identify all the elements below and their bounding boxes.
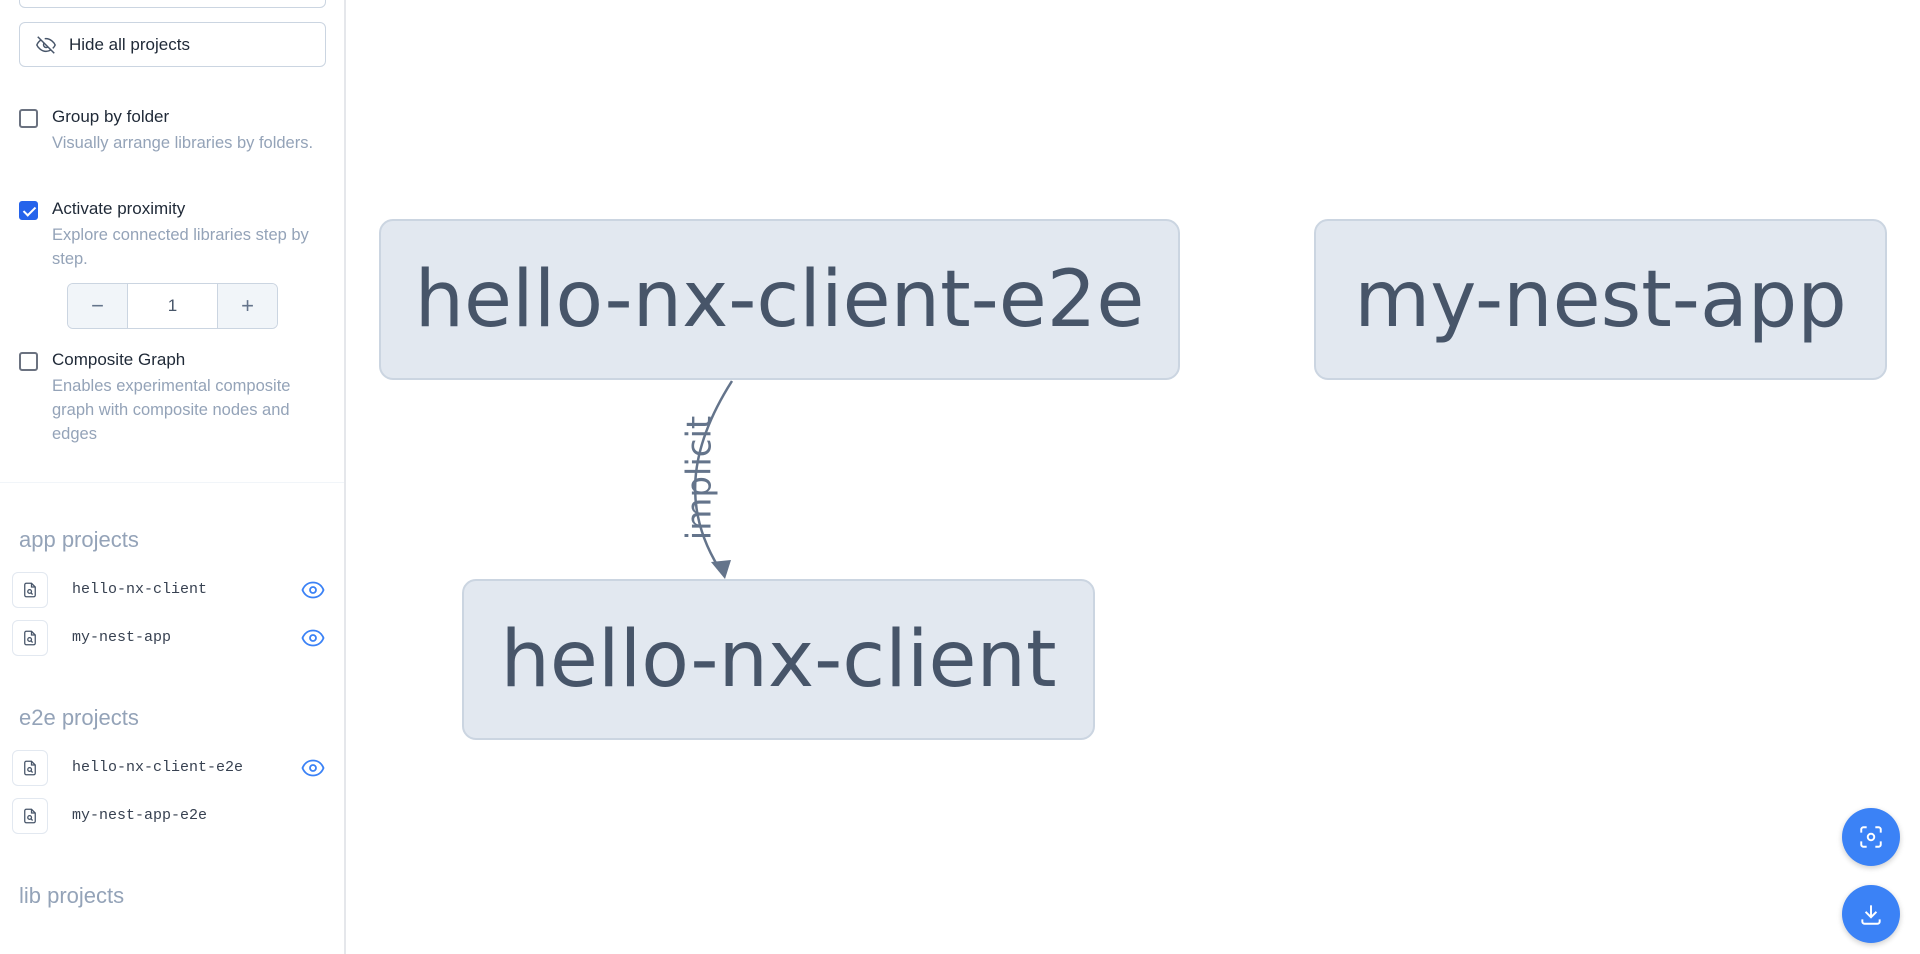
- download-icon: [1861, 905, 1881, 925]
- proximity-title: Activate proximity: [52, 199, 186, 218]
- hide-all-label: Hide all projects: [69, 34, 190, 54]
- project-item-hello-nx-client: hello-nx-client: [12, 572, 332, 608]
- file-search-icon: [24, 630, 36, 646]
- sidebar-divider: [0, 482, 344, 483]
- app-projects-title: app projects: [19, 527, 139, 552]
- project-item-my-nest-app: my-nest-app: [12, 620, 332, 656]
- increment-button[interactable]: +: [218, 284, 277, 328]
- file-search-icon: [24, 582, 36, 598]
- composite-title: Composite Graph: [52, 350, 186, 369]
- graph-edges: implicit: [680, 380, 734, 579]
- project-item-hello-nx-client-e2e: hello-nx-client-e2e: [12, 750, 332, 786]
- proximity-stepper: − 1 +: [67, 283, 278, 329]
- focus-project-button[interactable]: [12, 620, 48, 656]
- focus-button[interactable]: [1842, 808, 1900, 866]
- file-search-icon: [24, 808, 36, 824]
- focus-icon: [1860, 826, 1882, 848]
- project-name: hello-nx-client-e2e: [72, 759, 244, 776]
- eye-icon[interactable]: [301, 758, 325, 783]
- hide-all-projects-button[interactable]: Hide all projects: [19, 22, 326, 67]
- focus-project-button[interactable]: [12, 572, 48, 608]
- proximity-checkbox[interactable]: [19, 201, 38, 220]
- group-by-folder-desc: Visually arrange libraries by folders.: [52, 134, 314, 152]
- project-item-my-nest-app-e2e: my-nest-app-e2e: [12, 798, 332, 834]
- focus-project-button[interactable]: [12, 750, 48, 786]
- edge-arrowhead: [711, 560, 731, 579]
- group-by-folder-checkbox[interactable]: [19, 109, 38, 128]
- composite-desc: Enables experimental composite graph wit…: [52, 377, 291, 443]
- select-all-button[interactable]: [19, 0, 326, 8]
- download-button[interactable]: [1842, 885, 1900, 943]
- focus-project-button[interactable]: [12, 798, 48, 834]
- composite-checkbox[interactable]: [19, 352, 38, 371]
- group-by-folder-title: Group by folder: [52, 107, 170, 126]
- project-name: my-nest-app-e2e: [72, 807, 208, 824]
- eye-off-icon: [36, 35, 56, 54]
- eye-icon[interactable]: [301, 628, 325, 653]
- proximity-desc: Explore connected libraries step by step…: [52, 226, 309, 268]
- lib-projects-title: lib projects: [19, 883, 125, 908]
- edge-label: implicit: [680, 416, 720, 541]
- proximity-value[interactable]: 1: [127, 284, 218, 328]
- sidebar: Hide all projects Group by folder Visual…: [0, 0, 346, 954]
- eye-icon[interactable]: [301, 580, 325, 605]
- graph-canvas[interactable]: hello-nx-client-e2e my-nest-app hello-nx…: [348, 0, 1920, 954]
- project-name: my-nest-app: [72, 629, 172, 646]
- decrement-button[interactable]: −: [68, 284, 127, 328]
- project-name: hello-nx-client: [72, 581, 208, 598]
- file-search-icon: [24, 760, 36, 776]
- e2e-projects-title: e2e projects: [19, 705, 139, 730]
